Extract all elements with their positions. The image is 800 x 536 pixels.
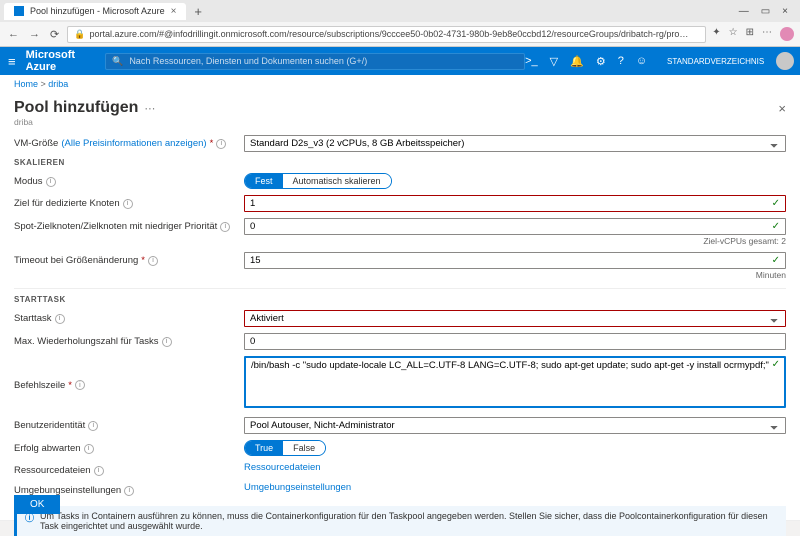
- mode-fixed-option[interactable]: Fest: [245, 174, 283, 188]
- azure-toolbar: >_ ▽ 🔔 ⚙ ? ☺ STANDARDVERZEICHNIS: [525, 52, 794, 70]
- blade-subtitle: driba: [14, 117, 786, 127]
- wait-toggle[interactable]: True False: [244, 440, 326, 456]
- blade-more-icon[interactable]: ⋯: [144, 102, 155, 115]
- cmd-label: Befehlszeile*i: [14, 377, 244, 391]
- spot-input[interactable]: [244, 218, 786, 235]
- tab-close-icon[interactable]: ×: [171, 6, 177, 17]
- info-icon[interactable]: i: [123, 199, 133, 209]
- blade-title: Pool hinzufügen: [14, 99, 138, 117]
- wait-success-label: Erfolg abwarteni: [14, 440, 244, 454]
- back-icon[interactable]: ←: [6, 28, 21, 40]
- mode-label: Modusi: [14, 173, 244, 187]
- wait-true-option[interactable]: True: [245, 441, 283, 455]
- notifications-icon[interactable]: 🔔: [570, 55, 584, 68]
- info-icon[interactable]: i: [46, 177, 56, 187]
- info-icon[interactable]: i: [75, 380, 85, 390]
- new-tab-button[interactable]: +: [186, 4, 210, 19]
- info-icon[interactable]: i: [84, 444, 94, 454]
- info-icon[interactable]: i: [124, 486, 134, 496]
- vm-size-label: VM-Größe (Alle Preisinformationen anzeig…: [14, 135, 244, 149]
- info-icon[interactable]: i: [94, 466, 104, 476]
- wait-false-option[interactable]: False: [283, 441, 325, 455]
- favorite-icon[interactable]: ☆: [729, 27, 738, 41]
- forward-icon[interactable]: →: [27, 28, 42, 40]
- tabs-row: Pool hinzufügen - Microsoft Azure × + — …: [0, 0, 800, 22]
- resource-files-label: Ressourcedateieni: [14, 462, 244, 476]
- ok-button[interactable]: OK: [14, 495, 60, 514]
- refresh-icon[interactable]: ⟳: [48, 28, 61, 41]
- form-grid: VM-Größe (Alle Preisinformationen anzeig…: [14, 135, 786, 536]
- vcpu-hint: Ziel-vCPUs gesamt: 2: [244, 236, 786, 246]
- info-banner-icon: ⓘ: [25, 511, 34, 531]
- profile-icon[interactable]: [780, 27, 794, 41]
- vm-size-select[interactable]: Standard D2s_v3 (2 vCPUs, 8 GB Arbeitssp…: [244, 135, 786, 152]
- address-bar[interactable]: 🔒 portal.azure.com/#@infodrillingit.onmi…: [67, 26, 706, 43]
- minimize-icon[interactable]: —: [739, 6, 749, 17]
- user-identity-label: Benutzeridentitäti: [14, 417, 244, 431]
- tab-favicon: [14, 6, 24, 16]
- url-text: portal.azure.com/#@infodrillingit.onmicr…: [89, 29, 688, 39]
- user-identity-select[interactable]: Pool Autouser, Nicht-Administrator: [244, 417, 786, 434]
- feedback-icon[interactable]: ☺: [636, 55, 647, 67]
- dedicated-input[interactable]: [244, 195, 786, 212]
- info-banner: ⓘ Um Tasks in Containern ausführen zu kö…: [14, 506, 786, 536]
- info-icon[interactable]: i: [88, 421, 98, 431]
- window-controls: — ▭ ×: [739, 6, 796, 17]
- directory-label[interactable]: STANDARDVERZEICHNIS: [659, 57, 764, 66]
- browser-chrome: Pool hinzufügen - Microsoft Azure × + — …: [0, 0, 800, 47]
- address-row: ← → ⟳ 🔒 portal.azure.com/#@infodrillingi…: [0, 22, 800, 46]
- blade-panel: Pool hinzufügen ⋯ × driba VM-Größe (Alle…: [0, 93, 800, 521]
- settings-icon[interactable]: ⚙: [596, 55, 606, 68]
- cmd-textarea[interactable]: /bin/bash -c "sudo update-locale LC_ALL=…: [244, 356, 786, 408]
- resource-files-link[interactable]: Ressourcedateien: [244, 462, 321, 473]
- mode-toggle[interactable]: Fest Automatisch skalieren: [244, 173, 392, 189]
- env-settings-label: Umgebungseinstellungeni: [14, 482, 244, 496]
- mode-auto-option[interactable]: Automatisch skalieren: [283, 174, 391, 188]
- info-icon[interactable]: i: [55, 314, 65, 324]
- hamburger-icon[interactable]: ≡: [8, 54, 16, 69]
- close-window-icon[interactable]: ×: [782, 6, 788, 17]
- info-icon[interactable]: i: [148, 256, 158, 266]
- collections-icon[interactable]: ⊞: [746, 27, 754, 41]
- timeout-label: Timeout bei Größenänderung*i: [14, 252, 244, 266]
- directory-filter-icon[interactable]: ▽: [550, 55, 558, 68]
- breadcrumb-home[interactable]: Home: [14, 79, 38, 89]
- info-icon[interactable]: i: [216, 139, 226, 149]
- browser-toolbar-icons: ✦ ☆ ⊞ ⋯: [712, 27, 794, 41]
- blade-close-icon[interactable]: ×: [778, 101, 786, 116]
- breadcrumb: Home > driba: [0, 75, 800, 93]
- info-icon[interactable]: i: [162, 337, 172, 347]
- info-icon[interactable]: i: [220, 222, 230, 232]
- section-scale: SKALIEREN: [14, 158, 786, 167]
- dedicated-label: Ziel für dedizierte Knoteni: [14, 195, 244, 209]
- menu-icon[interactable]: ⋯: [762, 27, 772, 41]
- browser-tab[interactable]: Pool hinzufügen - Microsoft Azure ×: [4, 3, 186, 20]
- search-icon: 🔍: [112, 56, 123, 67]
- cloud-shell-icon[interactable]: >_: [525, 55, 538, 67]
- vm-size-pricing-link[interactable]: (Alle Preisinformationen anzeigen): [61, 138, 206, 149]
- timeout-input[interactable]: [244, 252, 786, 269]
- lock-icon: 🔒: [74, 29, 85, 40]
- azure-top-bar: ≡ Microsoft Azure 🔍 Nach Ressourcen, Die…: [0, 47, 800, 75]
- starttask-select[interactable]: Aktiviert: [244, 310, 786, 327]
- timeout-hint: Minuten: [244, 270, 786, 280]
- section-starttask: STARTTASK: [14, 288, 786, 304]
- search-placeholder: Nach Ressourcen, Diensten und Dokumenten…: [129, 56, 367, 66]
- azure-logo[interactable]: Microsoft Azure: [26, 49, 76, 73]
- maximize-icon[interactable]: ▭: [761, 6, 770, 17]
- info-banner-text: Um Tasks in Containern ausführen zu könn…: [40, 511, 778, 531]
- env-settings-link[interactable]: Umgebungseinstellungen: [244, 482, 351, 493]
- retry-input[interactable]: [244, 333, 786, 350]
- breadcrumb-sep: >: [38, 79, 48, 89]
- retry-label: Max. Wiederholungszahl für Tasksi: [14, 333, 244, 347]
- global-search[interactable]: 🔍 Nach Ressourcen, Diensten und Dokument…: [105, 53, 525, 70]
- help-icon[interactable]: ?: [618, 55, 624, 67]
- starttask-label: Starttaski: [14, 310, 244, 324]
- user-avatar[interactable]: [776, 52, 794, 70]
- extension-icon[interactable]: ✦: [712, 27, 720, 41]
- spot-label: Spot-Zielknoten/Zielknoten mit niedriger…: [14, 218, 244, 232]
- tab-title: Pool hinzufügen - Microsoft Azure: [30, 6, 165, 16]
- breadcrumb-current[interactable]: driba: [48, 79, 68, 89]
